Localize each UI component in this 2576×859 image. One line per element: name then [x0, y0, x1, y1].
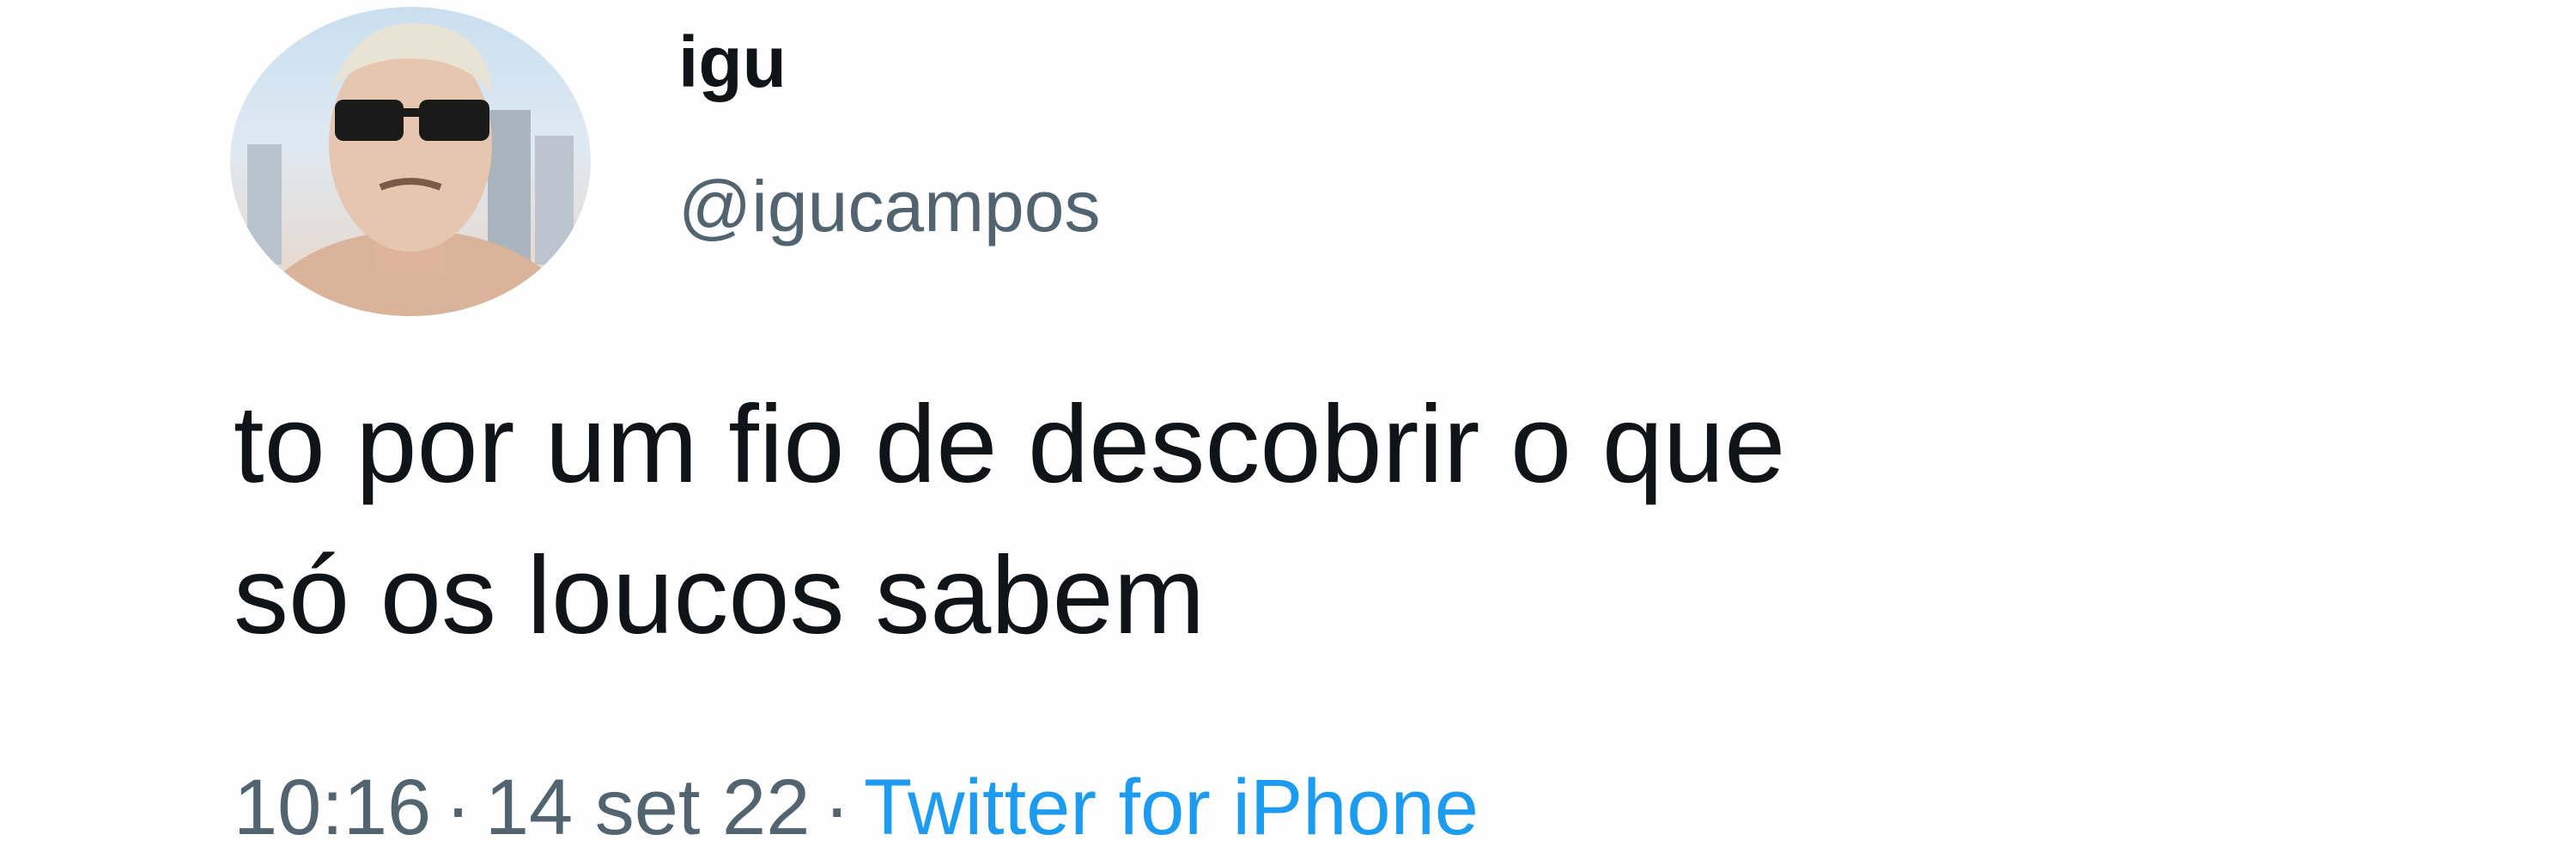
tweet-date[interactable]: 14 set 22 — [485, 764, 811, 851]
display-name[interactable]: igu — [678, 19, 787, 105]
tweet-card: igu @igucampos to por um fio de descobri… — [0, 0, 2576, 859]
tweet-time[interactable]: 10:16 — [234, 764, 431, 851]
tweet-text-line-2: só os loucos sabem — [234, 534, 1206, 657]
meta-separator: · — [445, 764, 471, 851]
tweet-text: to por um fio de descobrir o que só os l… — [234, 369, 2466, 672]
tweet-metadata: 10:16 · 14 set 22 · Twitter for iPhone — [234, 760, 1479, 855]
tweet-text-line-1: to por um fio de descobrir o que — [234, 383, 1786, 506]
user-handle[interactable]: @igucampos — [678, 163, 1101, 249]
tweet-source-link[interactable]: Twitter for iPhone — [864, 764, 1479, 851]
meta-separator: · — [823, 764, 851, 851]
avatar-image — [247, 22, 576, 316]
avatar[interactable] — [230, 7, 591, 316]
